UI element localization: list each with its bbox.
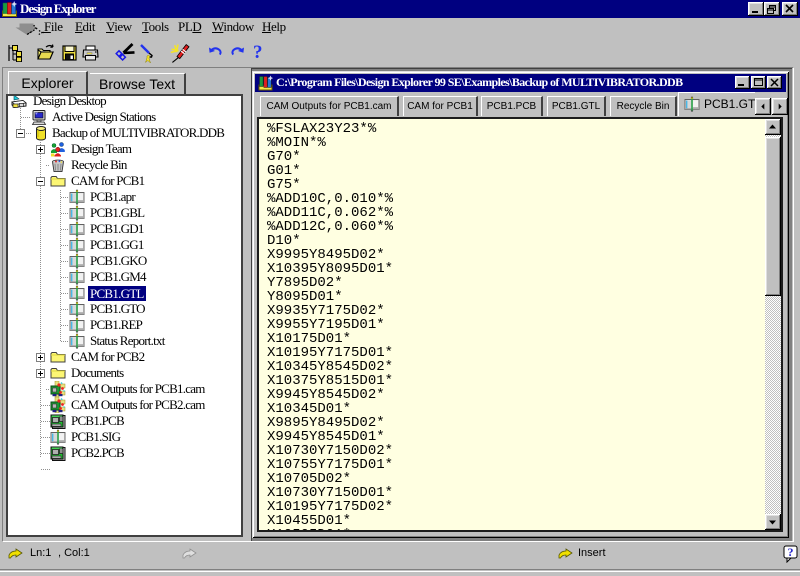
svg-text:?: ? xyxy=(788,545,794,559)
